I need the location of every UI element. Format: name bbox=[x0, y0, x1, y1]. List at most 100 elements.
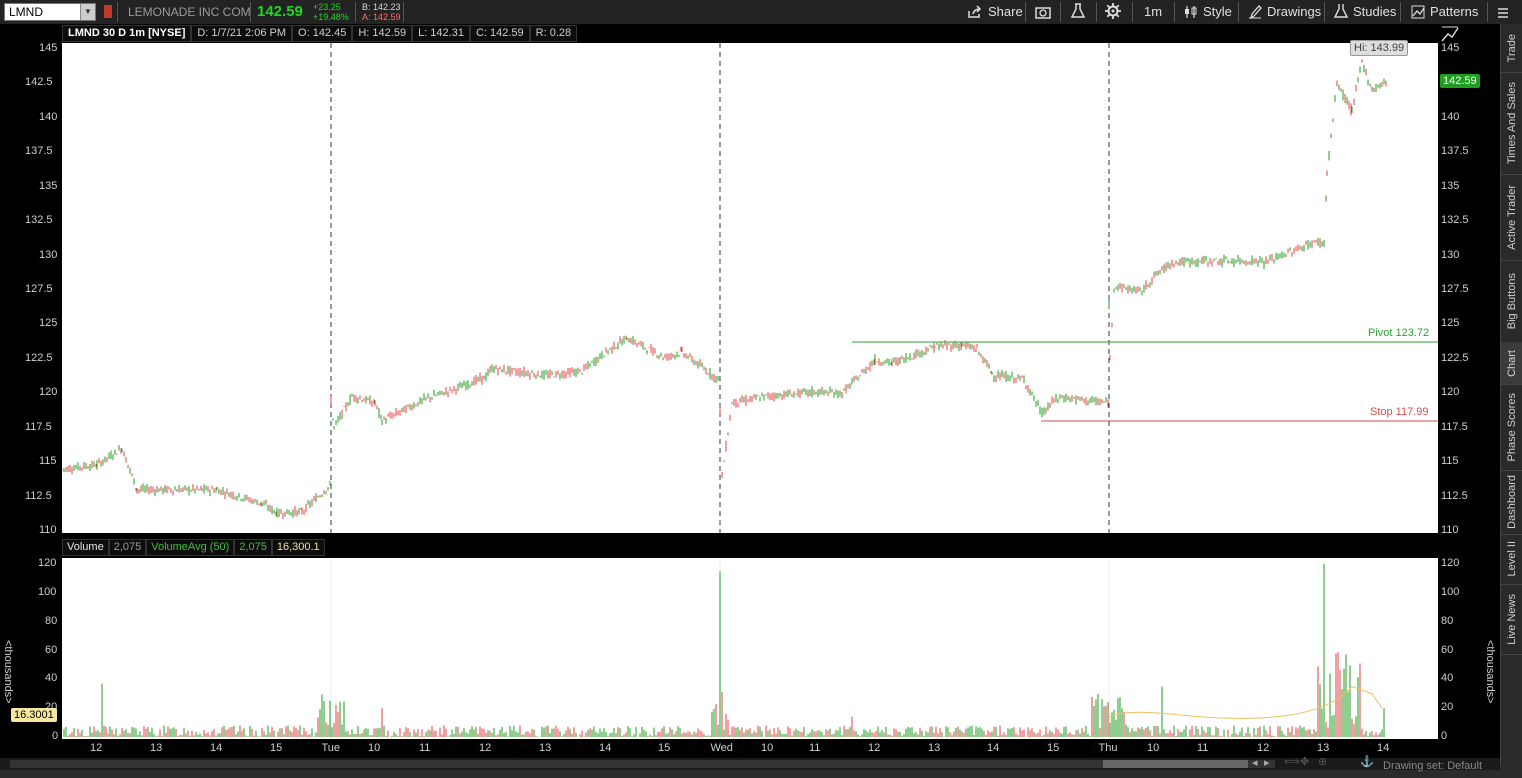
stop-label: Stop 117.99 bbox=[1370, 406, 1429, 418]
horizontal-scrollbar[interactable]: ◂ ▸ ⟺ ✥ ⊕ ⚓ bbox=[0, 755, 1500, 770]
sidebar-tab-live-news[interactable]: Live News bbox=[1501, 584, 1522, 655]
patterns-button[interactable]: Patterns bbox=[1411, 3, 1478, 21]
sidebar-tab-active-trader[interactable]: Active Trader bbox=[1501, 174, 1522, 261]
divider bbox=[355, 2, 356, 22]
price-tick-label: 112.5 bbox=[1441, 489, 1468, 502]
sidebar-tab-times-and-sales[interactable]: Times And Sales bbox=[1501, 72, 1522, 175]
symbol-text: LMND bbox=[9, 5, 44, 19]
price-tick-label: 115 bbox=[1441, 455, 1459, 468]
company-name: LEMONADE INC COM bbox=[128, 5, 251, 19]
thinklab-button[interactable] bbox=[1070, 3, 1091, 21]
sidebar-tab-dashboard[interactable]: Dashboard bbox=[1501, 470, 1522, 535]
symbol-input[interactable]: LMND ▼ bbox=[4, 3, 96, 21]
info-range: R: 0.28 bbox=[529, 25, 578, 42]
pan-icon[interactable]: ⟺ bbox=[1284, 755, 1300, 768]
sidebar-tab-trade[interactable]: Trade bbox=[1501, 24, 1522, 73]
sidebar-tab-phase-scores[interactable]: Phase Scores bbox=[1501, 384, 1522, 471]
menu-button[interactable] bbox=[1497, 3, 1514, 21]
price-tick-label: 140 bbox=[39, 110, 58, 123]
time-tick-label: 13 bbox=[1317, 742, 1330, 754]
volume-tick-label: 120 bbox=[1441, 557, 1460, 569]
divider bbox=[1174, 2, 1175, 22]
price-tick-label: 110 bbox=[39, 524, 57, 536]
price-plot[interactable] bbox=[61, 43, 1438, 533]
divider bbox=[403, 2, 404, 22]
timeframe-button[interactable]: 1m bbox=[1144, 3, 1162, 21]
symbol-dropdown-icon[interactable]: ▼ bbox=[80, 4, 95, 20]
sidebar-tab-label: Times And Sales bbox=[1506, 81, 1518, 165]
price-tick-label: 135 bbox=[39, 179, 58, 192]
volume-avg-value2: 16,300.1 bbox=[271, 539, 325, 556]
divider bbox=[1400, 2, 1401, 22]
chart-title: LMND 30 D 1m [NYSE] bbox=[62, 25, 192, 42]
chart-info-bar: LMND 30 D 1m [NYSE] D: 1/7/21 2:06 PM O:… bbox=[62, 25, 578, 42]
sidebar-tab-level-ii[interactable]: Level II bbox=[1501, 534, 1522, 585]
divider bbox=[1060, 2, 1061, 22]
price-tick-label: 125 bbox=[39, 317, 58, 330]
zoom-icon[interactable]: ⊕ bbox=[1318, 755, 1327, 768]
settings-button[interactable] bbox=[1105, 3, 1126, 21]
time-tick-label: 15 bbox=[1047, 742, 1060, 754]
info-high: H: 142.59 bbox=[352, 25, 413, 42]
price-tick-label: 142.5 bbox=[25, 76, 53, 89]
time-tick-label: 14 bbox=[987, 742, 1000, 754]
price-tick-label: 132.5 bbox=[25, 214, 53, 227]
share-button[interactable]: Share bbox=[967, 3, 1023, 21]
volume-chart-svg bbox=[63, 558, 1385, 739]
time-tick-label: 11 bbox=[809, 742, 821, 754]
thousands-label-left: <thousands> bbox=[2, 640, 14, 704]
scroll-right-icon[interactable]: ▸ bbox=[1264, 756, 1270, 769]
gear-icon bbox=[1105, 3, 1121, 19]
crosshair-icon[interactable]: ✥ bbox=[1300, 755, 1309, 768]
chart-trend-icon bbox=[1441, 26, 1459, 42]
volume-avg-label: VolumeAvg (50) bbox=[146, 539, 235, 556]
divider bbox=[1487, 2, 1488, 22]
info-open: O: 142.45 bbox=[292, 25, 353, 42]
share-label: Share bbox=[988, 4, 1023, 19]
time-tick-label: 13 bbox=[539, 742, 552, 754]
drawing-set-label: Drawing set: Default bbox=[1383, 760, 1483, 772]
info-date: D: 1/7/21 2:06 PM bbox=[191, 25, 293, 42]
drawings-button[interactable]: Drawings bbox=[1248, 3, 1321, 21]
price-tick-label: 127.5 bbox=[25, 283, 53, 295]
divider bbox=[1025, 2, 1026, 22]
price-tick-label: 120 bbox=[39, 386, 58, 399]
divider bbox=[1132, 2, 1133, 22]
price-tick-label: 122.5 bbox=[25, 351, 53, 364]
flag-icon[interactable] bbox=[104, 5, 112, 18]
snapshot-button[interactable] bbox=[1035, 3, 1056, 21]
time-tick-label: 14 bbox=[599, 742, 612, 754]
sidebar-tab-big-buttons[interactable]: Big Buttons bbox=[1501, 260, 1522, 343]
studies-button[interactable]: Studies bbox=[1333, 3, 1396, 21]
scroll-track[interactable] bbox=[10, 760, 1275, 768]
price-tick-label: 135 bbox=[1441, 179, 1460, 192]
last-price: 142.59 bbox=[257, 3, 303, 20]
price-tick-label: 140 bbox=[1441, 110, 1460, 123]
expand-chart-button[interactable] bbox=[1441, 26, 1464, 44]
divider bbox=[1096, 2, 1097, 22]
volume-avg-value: 2,075 bbox=[234, 539, 272, 556]
price-tick-label: 112.5 bbox=[25, 489, 52, 502]
time-tick-label: 10 bbox=[1147, 742, 1160, 754]
time-tick-label: 10 bbox=[368, 742, 381, 754]
net-change: +23.25 bbox=[313, 2, 341, 12]
sidebar-tab-chart[interactable]: Chart bbox=[1501, 342, 1522, 385]
right-sidebar: Trade Times And Sales Active Trader Big But… bbox=[1500, 24, 1522, 766]
time-tick-label: 14 bbox=[1377, 742, 1390, 754]
info-close: C: 142.59 bbox=[469, 25, 530, 42]
hamburger-icon bbox=[1498, 8, 1508, 18]
scroll-thumb[interactable] bbox=[1103, 760, 1248, 768]
volume-label: Volume bbox=[62, 539, 109, 556]
scroll-left-icon[interactable]: ◂ bbox=[1252, 756, 1258, 769]
drawings-label: Drawings bbox=[1267, 4, 1322, 19]
volume-tick-label: 60 bbox=[1441, 643, 1454, 656]
price-tick-label: 137.5 bbox=[1441, 145, 1469, 158]
price-tick-label: 125 bbox=[1441, 317, 1460, 330]
volume-avg-badge: 16.3001 bbox=[11, 708, 57, 722]
flask-icon bbox=[1070, 3, 1086, 18]
time-tick-label: 13 bbox=[928, 742, 941, 754]
volume-plot[interactable] bbox=[62, 558, 1438, 739]
style-button[interactable]: Style bbox=[1184, 3, 1232, 21]
style-label: Style bbox=[1203, 4, 1232, 19]
volume-tick-label: 0 bbox=[52, 730, 59, 742]
